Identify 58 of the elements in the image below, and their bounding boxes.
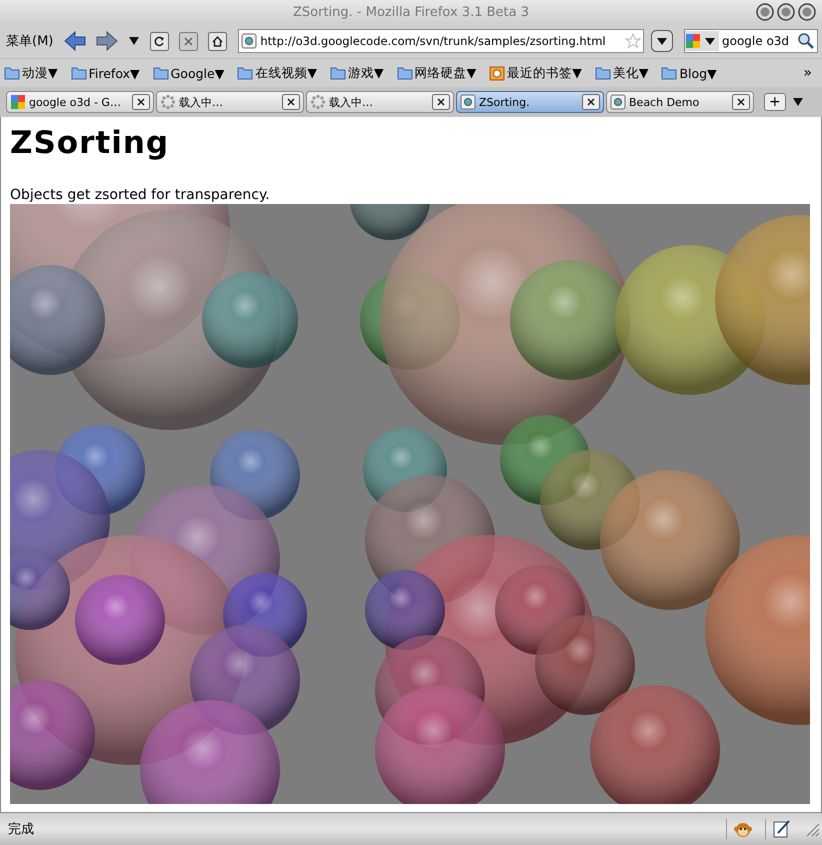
folder-icon	[661, 65, 678, 81]
menu-button[interactable]: 菜单(M)	[6, 32, 54, 50]
tab[interactable]: ZSorting.	[456, 91, 604, 113]
bookmark-folder[interactable]: 网络硬盘▼	[396, 64, 476, 82]
loading-spinner-icon	[160, 94, 176, 110]
close-button[interactable]	[132, 94, 150, 110]
minimize-button[interactable]	[756, 3, 774, 21]
folder-icon	[330, 65, 346, 81]
dropdown-button[interactable]	[651, 30, 673, 52]
google-icon	[10, 94, 26, 110]
feed-icon	[489, 65, 506, 81]
folder-icon	[396, 65, 413, 81]
close-button[interactable]	[432, 94, 450, 110]
forward-arrow-icon[interactable]	[96, 31, 118, 51]
tab-list-icon[interactable]	[792, 97, 804, 107]
folder-icon	[70, 65, 87, 81]
new-tab-button[interactable]: +	[764, 93, 786, 111]
page-heading: ZSorting	[10, 125, 170, 163]
bookmark-folder[interactable]: 动漫▼	[4, 64, 58, 82]
page-icon	[610, 94, 626, 110]
tab[interactable]: 载入中…	[306, 91, 454, 113]
bookmark-folder[interactable]: Firefox▼	[70, 65, 140, 81]
stop-icon[interactable]	[179, 32, 198, 50]
maximize-button[interactable]	[777, 3, 795, 21]
folder-icon	[152, 65, 169, 81]
close-button[interactable]	[282, 94, 300, 110]
close-button[interactable]	[798, 3, 816, 21]
tab[interactable]: Beach Demo	[606, 91, 754, 113]
close-button[interactable]	[582, 94, 600, 110]
folder-icon	[237, 65, 254, 81]
page-icon	[241, 33, 258, 49]
bookmark-folder[interactable]: 在线视频▼	[237, 64, 317, 82]
folder-icon	[594, 65, 611, 81]
search-field[interactable]: google o3d	[684, 29, 818, 53]
page-icon	[460, 94, 476, 110]
status-text: 完成	[8, 821, 35, 838]
back-arrow-icon[interactable]	[64, 31, 86, 51]
tab[interactable]: 载入中…	[156, 91, 304, 113]
page-text: Objects get zsorted for transparency.	[10, 187, 271, 204]
home-icon[interactable]	[208, 32, 228, 50]
bookmark-folder[interactable]: 美化▼	[594, 64, 648, 82]
bookmark-folder[interactable]: Google▼	[152, 65, 224, 81]
search-engine-icon	[685, 31, 719, 51]
reload-icon[interactable]	[150, 32, 170, 50]
address-field[interactable]: http://o3d.googlecode.com/svn/trunk/samples/zsorting.html	[238, 29, 644, 53]
bookmark-folder[interactable]: Blog▼	[661, 65, 717, 81]
star-icon	[625, 33, 641, 49]
tab[interactable]: google o3d - G…	[6, 91, 154, 113]
close-button[interactable]	[732, 94, 750, 110]
loading-spinner-icon	[310, 94, 326, 110]
overflow-button[interactable]: »	[803, 65, 812, 81]
history-dropdown-icon[interactable]	[128, 36, 140, 46]
bookmark-folder[interactable]: 最近的书签▼	[489, 64, 582, 82]
resize-grip-icon	[804, 821, 820, 837]
bookmark-folder[interactable]: 游戏▼	[330, 64, 384, 82]
search-icon	[797, 32, 815, 50]
window-title: ZSorting. - Mozilla Firefox 3.1 Beta 3	[292, 4, 530, 20]
folder-icon	[4, 65, 20, 81]
